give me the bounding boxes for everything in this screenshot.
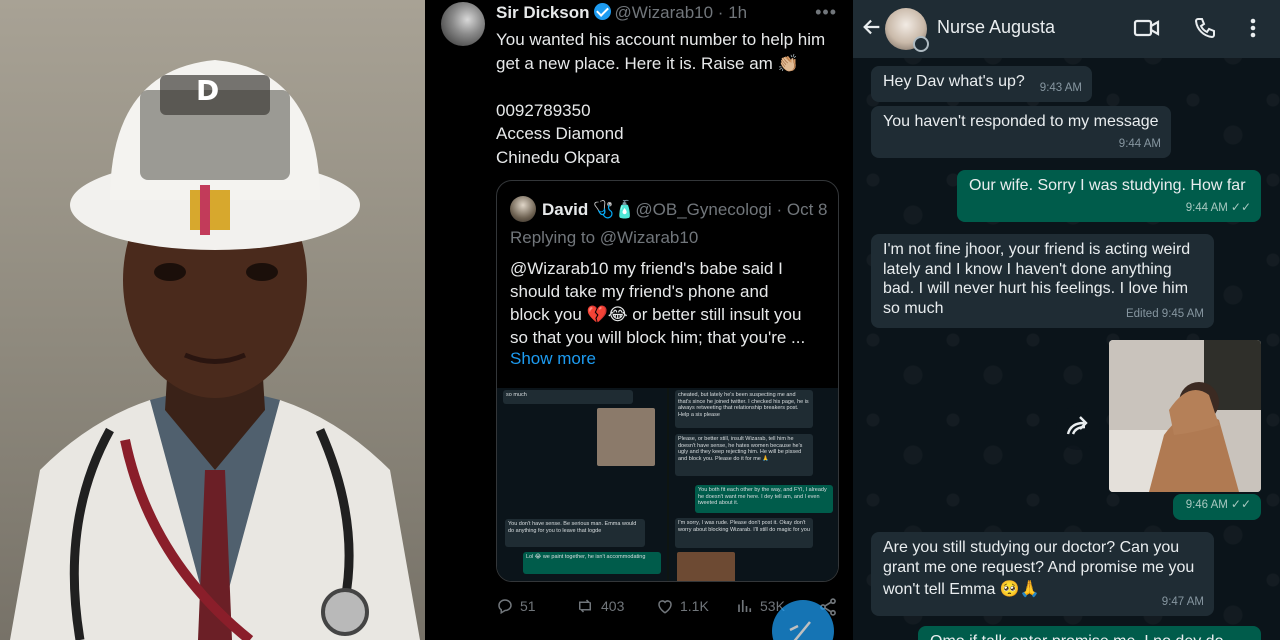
mini-message: You both fit each other by the way, and … xyxy=(695,485,833,513)
message-text: won't tell Emma 🥺🙏 xyxy=(883,581,1040,598)
mini-message: You don't have sense. Be serious man. Em… xyxy=(505,519,645,547)
quote-name-emoji: 🩺🧴 xyxy=(593,200,636,219)
mini-photo xyxy=(677,552,735,581)
message-time: 9:44 AM xyxy=(1185,201,1228,214)
photo-man-head-in-hands xyxy=(1109,340,1261,492)
contact-name[interactable]: Nurse Augusta xyxy=(937,17,1055,38)
like-count: 1.1K xyxy=(680,598,709,614)
message-meta: 9:46 AM ✓✓ xyxy=(1186,495,1251,516)
message-text: grant me one request? And promise me you xyxy=(883,558,1195,576)
message-text: Our wife. Sorry I was studying. How far xyxy=(969,177,1246,194)
reply-count: 51 xyxy=(520,598,536,614)
quote-line: so that you will block him; that you're … xyxy=(510,328,806,347)
message-bubble[interactable]: Hey Dav what's up? 9:43 AM xyxy=(871,66,1092,102)
message-meta: 9:44 AM ✓✓ xyxy=(1186,198,1251,219)
forward-button[interactable] xyxy=(1056,406,1100,450)
quote-avatar xyxy=(510,196,536,222)
quote-screenshot-image[interactable]: so much You don't have sense. Be serious… xyxy=(497,388,838,581)
message-text: lately and I know I haven't done anythin… xyxy=(883,260,1172,278)
svg-text:D: D xyxy=(196,74,219,107)
tweet-panel: Sir Dickson @Wizarab10 · 1h ••• You wante… xyxy=(425,0,853,640)
quote-line: @Wizarab10 my friend's babe said I xyxy=(510,259,783,278)
forward-arrow-icon xyxy=(1066,416,1088,435)
message-bubble-partial[interactable]: Omo if talk enter promise me. I no dey d… xyxy=(918,626,1261,640)
video-call-icon[interactable] xyxy=(1133,16,1161,40)
author-name[interactable]: Sir Dickson xyxy=(496,3,590,22)
message-text: I'm not fine jhoor, your friend is actin… xyxy=(883,241,1191,258)
author-avatar[interactable] xyxy=(441,2,485,46)
replying-to: Replying to @Wizarab10 xyxy=(510,228,699,247)
mini-photo xyxy=(597,408,655,466)
message-text: Are you still studying our doctor? Can y… xyxy=(883,539,1180,556)
tweet-age: 1h xyxy=(728,3,748,22)
show-more-link[interactable]: Show more xyxy=(510,349,596,369)
account-name: Chinedu Okpara xyxy=(496,147,620,167)
mini-message: Please, or better still, insult Wizarab,… xyxy=(675,434,813,476)
header-separator: · xyxy=(717,3,729,22)
message-text: You haven't responded to my message xyxy=(883,113,1159,130)
read-ticks-icon: ✓✓ xyxy=(1230,199,1251,214)
quote-line: should take my friend's phone and xyxy=(510,282,769,301)
quote-line: block you 💔😂 or better still insult you xyxy=(510,305,802,324)
reply-icon xyxy=(498,599,512,615)
message-bubble[interactable]: You haven't responded to my message 9:44… xyxy=(871,106,1171,158)
message-bubble[interactable]: I'm not fine jhoor, your friend is actin… xyxy=(871,234,1214,328)
message-bubble[interactable]: Are you still studying our doctor? Can y… xyxy=(871,532,1214,616)
read-ticks-icon: ✓✓ xyxy=(1230,496,1251,511)
screenshot-left: so much You don't have sense. Be serious… xyxy=(497,388,667,581)
reply-button[interactable]: 51 xyxy=(496,597,536,615)
message-bubble[interactable]: Our wife. Sorry I was studying. How far … xyxy=(957,170,1261,222)
compose-fab-button[interactable] xyxy=(772,600,834,640)
repost-count: 403 xyxy=(601,598,625,614)
bank-name: Access Diamond xyxy=(496,124,624,143)
verified-badge-icon xyxy=(593,3,611,20)
quote-date: Oct 8 xyxy=(786,200,828,219)
message-time: 9:43 AM xyxy=(1039,81,1082,94)
message-text: Omo if talk enter promise me. I no dey d… xyxy=(930,632,1249,640)
status-ring-icon xyxy=(913,36,929,52)
quote-header: David 🩺🧴@OB_Gynecologi · Oct 8 xyxy=(510,196,827,222)
tweet-line: You wanted his account number to help hi… xyxy=(496,30,826,49)
back-arrow-icon[interactable] xyxy=(861,16,883,38)
quote-author-name: David xyxy=(542,200,589,219)
mini-message: Lol 😂 we paint together, he isn't accomm… xyxy=(523,552,661,574)
quote-separator: · xyxy=(776,200,783,219)
heart-icon xyxy=(658,600,672,614)
tweet-header: Sir Dickson @Wizarab10 · 1h xyxy=(496,3,747,23)
message-meta: Edited 9:45 AM xyxy=(1126,305,1204,325)
screenshot-right: cheated, but lately he's been suspecting… xyxy=(669,388,838,581)
message-time: 9:47 AM xyxy=(1161,595,1204,608)
mini-message: cheated, but lately he's been suspecting… xyxy=(675,390,813,428)
account-number: 0092789350 xyxy=(496,100,591,120)
views-chart-icon xyxy=(738,600,752,612)
quote-handle: @OB_Gynecologi xyxy=(635,200,772,219)
like-button[interactable]: 1.1K xyxy=(656,597,709,615)
compose-feather-icon xyxy=(789,621,811,640)
mini-message: so much xyxy=(503,390,633,404)
quote-text: @Wizarab10 my friend's babe said I shoul… xyxy=(510,257,830,349)
author-handle[interactable]: @Wizarab10 xyxy=(615,3,714,22)
portrait-image: D xyxy=(0,0,425,640)
phone-call-icon[interactable] xyxy=(1193,16,1217,40)
chat-header: Nurse Augusta xyxy=(853,0,1280,58)
kebab-menu-icon[interactable] xyxy=(1249,16,1257,40)
mini-message: I'm sorry, I was rude. Please don't post… xyxy=(675,518,813,548)
repost-button[interactable]: 403 xyxy=(575,597,624,615)
message-time: 9:45 AM xyxy=(1161,307,1204,320)
tweet-text: You wanted his account number to help hi… xyxy=(496,28,841,169)
tweet-line: get a new place. Here it is. Raise am 👏🏼 xyxy=(496,53,799,73)
more-options-icon[interactable]: ••• xyxy=(815,2,837,23)
message-time: 9:46 AM xyxy=(1185,498,1228,511)
message-text: bad. I will never hurt his feelings. I l… xyxy=(883,280,1189,297)
repost-icon xyxy=(579,599,591,613)
edited-label: Edited xyxy=(1125,307,1159,320)
quoted-tweet[interactable]: David 🩺🧴@OB_Gynecologi · Oct 8 Replying … xyxy=(496,180,839,582)
photo-message-meta: 9:46 AM ✓✓ xyxy=(1173,494,1261,520)
photo-message-image[interactable] xyxy=(1109,340,1261,492)
message-time: 9:44 AM xyxy=(1118,137,1161,150)
